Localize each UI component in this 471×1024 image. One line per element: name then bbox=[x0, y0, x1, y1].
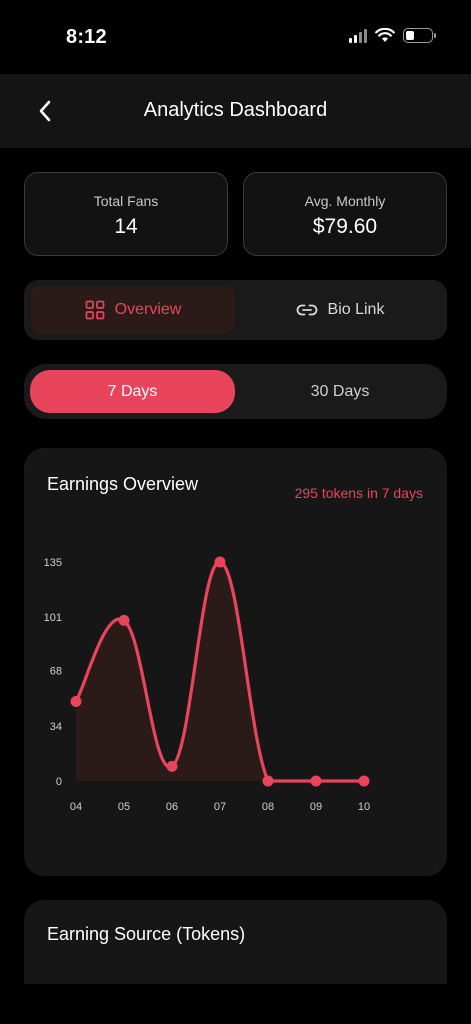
status-time: 8:12 bbox=[66, 26, 107, 48]
total-fans-value: 14 bbox=[114, 215, 138, 238]
battery-icon bbox=[403, 28, 436, 43]
y-tick-label: 34 bbox=[50, 721, 62, 733]
avg-monthly-value: $79.60 bbox=[312, 215, 378, 238]
x-tick-label: 10 bbox=[358, 801, 370, 813]
x-tick-label: 08 bbox=[262, 801, 274, 813]
avg-monthly-card: Avg. Monthly $79.60 bbox=[243, 172, 447, 256]
chart-point-06 bbox=[166, 760, 178, 772]
tab-overview-label: Overview bbox=[114, 301, 182, 318]
chart-point-04 bbox=[70, 696, 82, 708]
status-icons bbox=[349, 28, 436, 43]
tab-overview[interactable]: Overview bbox=[31, 286, 235, 334]
x-tick-label: 06 bbox=[166, 801, 178, 813]
nav-bar: Analytics Dashboard bbox=[0, 74, 471, 148]
earnings-overview-card: Earnings Overview 295 tokens in 7 days 0… bbox=[24, 448, 447, 876]
earnings-chart: 0 34 68 101 135 04 05 06 07 08 09 10 bbox=[44, 556, 370, 813]
wifi-icon bbox=[375, 28, 395, 42]
x-tick-label: 04 bbox=[70, 801, 82, 813]
y-tick-label: 101 bbox=[44, 612, 62, 624]
chart-point-08 bbox=[262, 775, 274, 787]
chart-point-10 bbox=[358, 775, 370, 787]
link-icon bbox=[296, 304, 317, 316]
tab-bio-link-label: Bio Link bbox=[327, 301, 385, 318]
tab-bio-link[interactable]: Bio Link bbox=[240, 286, 440, 334]
earning-source-card: Earning Source (Tokens) bbox=[24, 900, 447, 984]
chart-point-05 bbox=[118, 614, 130, 626]
tab-7-days[interactable]: 7 Days bbox=[30, 370, 235, 413]
grid-icon bbox=[85, 300, 105, 320]
y-tick-label: 0 bbox=[56, 776, 62, 788]
status-bar: 8:12 bbox=[0, 0, 471, 74]
earning-source-title: Earning Source (Tokens) bbox=[47, 924, 246, 944]
range-tabs: 7 Days 30 Days bbox=[24, 364, 447, 419]
page-title: Analytics Dashboard bbox=[143, 99, 328, 121]
chart-point-07 bbox=[214, 556, 226, 568]
chart-point-09 bbox=[310, 775, 322, 787]
cellular-signal-icon bbox=[349, 28, 367, 43]
tab-30-days[interactable]: 30 Days bbox=[240, 370, 440, 413]
chart-area-fill bbox=[76, 561, 364, 781]
x-tick-label: 05 bbox=[118, 801, 130, 813]
x-tick-label: 09 bbox=[310, 801, 322, 813]
y-tick-label: 68 bbox=[50, 666, 62, 678]
total-fans-card: Total Fans 14 bbox=[24, 172, 228, 256]
total-fans-label: Total Fans bbox=[93, 193, 159, 209]
x-tick-label: 07 bbox=[214, 801, 226, 813]
view-tabs: Overview Bio Link bbox=[24, 280, 447, 340]
avg-monthly-label: Avg. Monthly bbox=[304, 193, 386, 209]
y-tick-label: 135 bbox=[44, 557, 62, 569]
